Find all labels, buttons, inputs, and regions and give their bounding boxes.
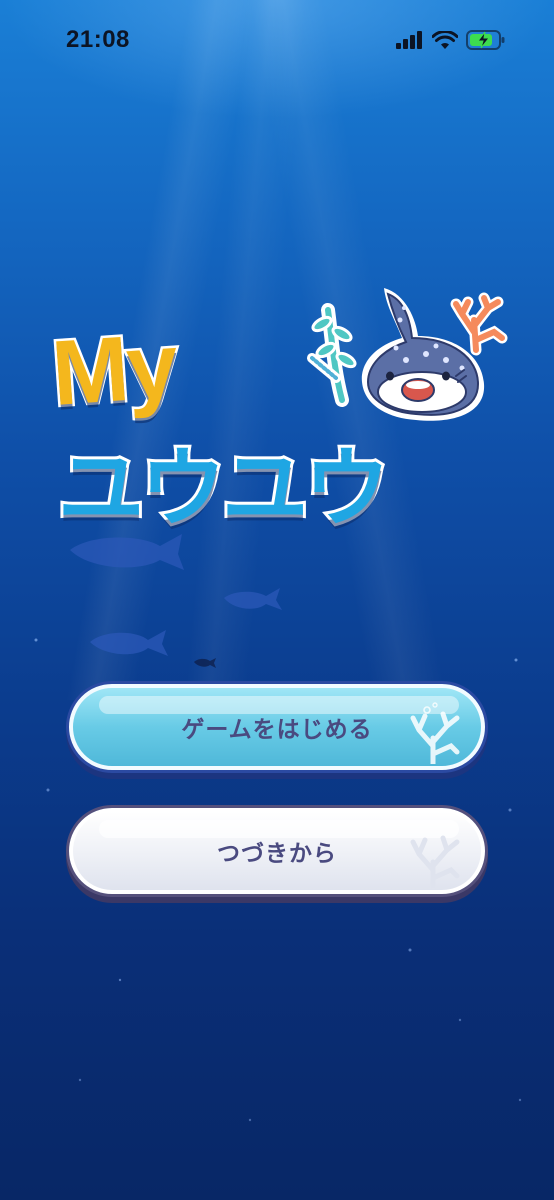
status-time: 21:08 <box>66 26 130 53</box>
coral-icon <box>410 711 460 764</box>
coral-icon <box>450 292 508 356</box>
status-bar: 21:08 <box>0 0 554 84</box>
whale-shark-mascot-icon <box>307 288 508 421</box>
status-icons <box>396 30 506 50</box>
signal-icon <box>396 31 422 49</box>
continue-button[interactable]: つづきから <box>69 808 485 894</box>
start-game-label: ゲームをはじめる <box>181 717 373 743</box>
game-logo: My ユウユウ <box>46 288 508 550</box>
title-screen: 21:08 My ユウユウ ゲームをはじめる つづきから <box>0 0 554 1200</box>
coral-icon <box>410 835 460 888</box>
seaweed-icon <box>307 303 357 407</box>
start-game-button[interactable]: ゲームをはじめる <box>69 684 485 770</box>
logo-my-text: My <box>46 312 182 427</box>
battery-charging-icon <box>466 30 505 50</box>
continue-label: つづきから <box>217 841 337 867</box>
wifi-icon <box>432 30 458 49</box>
